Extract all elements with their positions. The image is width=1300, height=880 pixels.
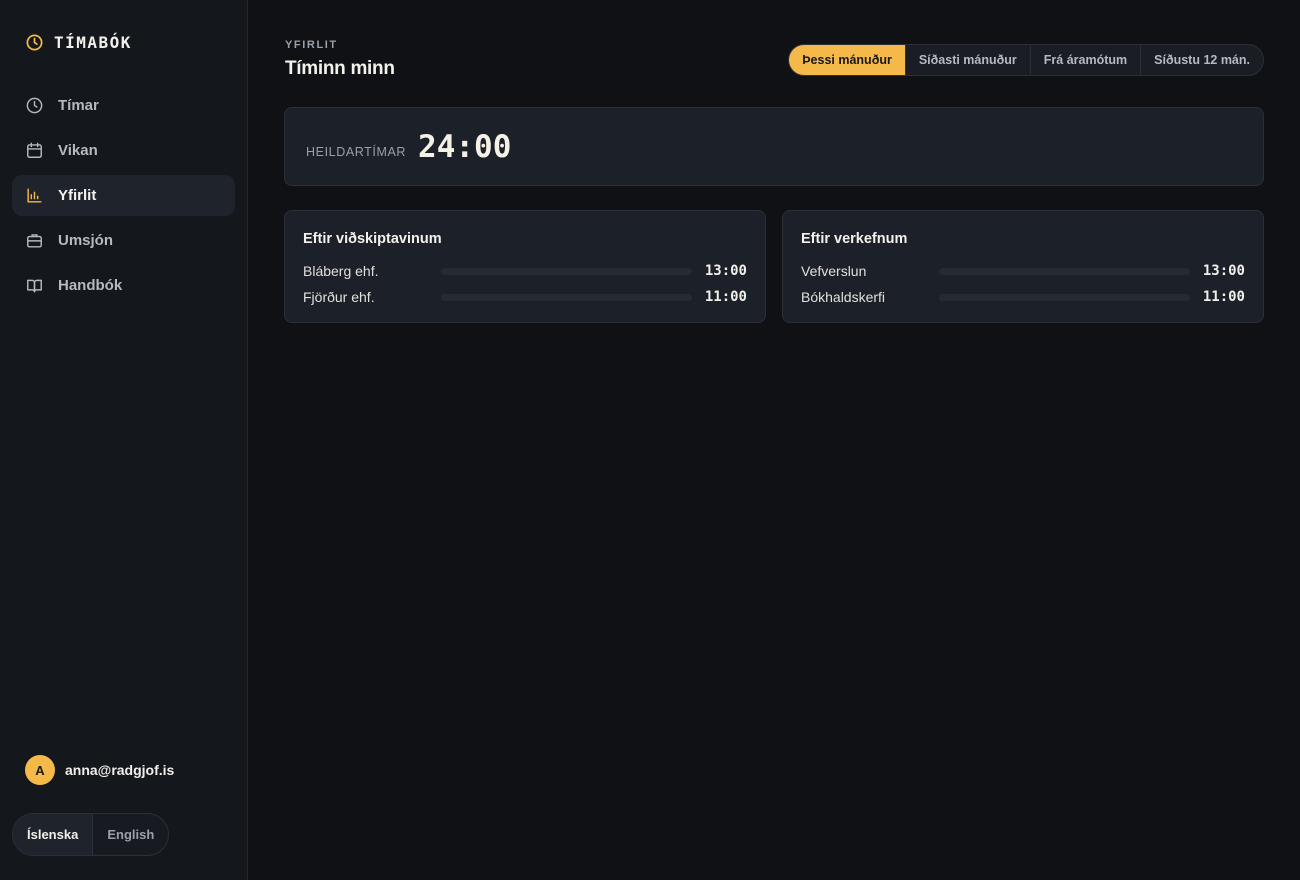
brand[interactable]: TÍMABÓK [25,33,132,52]
progress-track [441,293,692,301]
sidebar-nav: Tímar Vikan Yfirlit Umsjón Handbók [12,85,235,310]
language-switcher: Íslenska English [12,813,170,856]
brand-name: TÍMABÓK [54,33,132,52]
range-this-month-button[interactable]: Þessi mánuður [789,45,905,75]
user-email: anna@radgjof.is [65,762,175,778]
calendar-icon [25,141,44,160]
client-hours: 13:00 [704,263,747,279]
sidebar-item-vikan[interactable]: Vikan [12,130,235,171]
progress-track [939,293,1190,301]
project-name: Vefverslun [801,263,867,279]
sidebar-item-label: Tímar [58,97,99,114]
project-hours: 13:00 [1202,263,1245,279]
clock-icon [25,96,44,115]
project-row: Vefverslun 13:00 [801,258,1245,284]
sidebar-item-label: Yfirlit [58,187,97,204]
app-root: TÍMABÓK Tímar Vikan Yfirlit Umsjón Handb… [0,0,1300,880]
sidebar-item-handbok[interactable]: Handbók [12,265,235,306]
project-name: Bókhaldskerfi [801,289,886,305]
by-client-card: Eftir viðskiptavinum Bláberg ehf. 13:00 … [284,210,766,323]
client-hours: 11:00 [704,289,747,305]
sidebar-item-label: Handbók [58,277,123,294]
client-name: Fjörður ehf. [303,289,375,305]
main-content: YFIRLIT Tíminn minn Þessi mánuður Síðast… [248,0,1300,880]
total-hours-label: HEILDARTÍMAR [306,144,407,159]
clock-icon [25,33,44,52]
range-last-month-button[interactable]: Síðasti mánuður [904,45,1030,75]
client-row: Fjörður ehf. 11:00 [303,284,747,310]
page-title: Tíminn minn [285,58,395,79]
client-name: Bláberg ehf. [303,263,379,279]
progress-track [441,267,692,275]
range-year-to-date-button[interactable]: Frá áramótum [1029,45,1140,75]
sidebar-item-label: Vikan [58,142,98,159]
project-hours: 11:00 [1202,289,1245,305]
bar-chart-icon [25,186,44,205]
sidebar-item-label: Umsjón [58,232,114,249]
total-hours-card: HEILDARTÍMAR 24:00 [284,107,1264,186]
sidebar-item-yfirlit[interactable]: Yfirlit [12,175,235,216]
sidebar: TÍMABÓK Tímar Vikan Yfirlit Umsjón Handb… [0,0,248,880]
briefcase-icon [25,231,44,250]
page-eyebrow: YFIRLIT [285,39,338,51]
progress-track [939,267,1190,275]
by-project-card: Eftir verkefnum Vefverslun 13:00 Bókhald… [782,210,1264,323]
total-hours-value: 24:00 [418,128,512,165]
language-english-button[interactable]: English [93,814,168,855]
user-profile[interactable]: A anna@radgjof.is [25,755,174,785]
date-range-selector: Þessi mánuður Síðasti mánuður Frá áramót… [788,44,1264,76]
client-row: Bláberg ehf. 13:00 [303,258,747,284]
by-client-title: Eftir viðskiptavinum [303,231,442,247]
sidebar-item-umsjon[interactable]: Umsjón [12,220,235,261]
book-icon [25,276,44,295]
avatar: A [25,755,55,785]
project-row: Bókhaldskerfi 11:00 [801,284,1245,310]
by-project-title: Eftir verkefnum [801,231,908,247]
language-islenska-button[interactable]: Íslenska [13,814,94,855]
sidebar-item-timar[interactable]: Tímar [12,85,235,126]
range-last-12-months-button[interactable]: Síðustu 12 mán. [1140,45,1263,75]
